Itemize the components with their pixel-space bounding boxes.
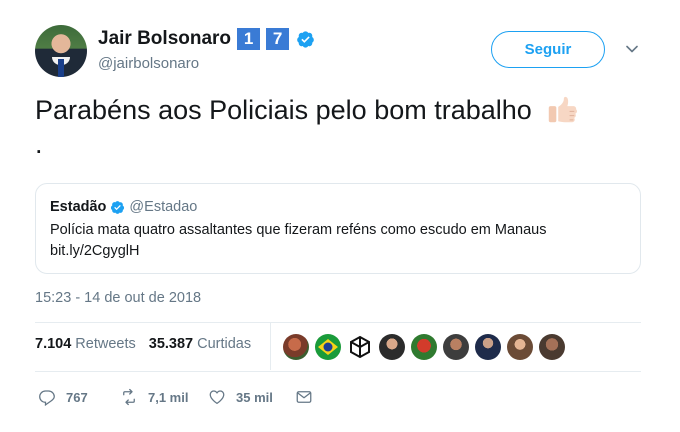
reply-button[interactable]: 767 <box>38 388 120 406</box>
liker-avatar[interactable] <box>443 334 469 360</box>
divider <box>270 323 271 370</box>
liker-avatar[interactable] <box>475 334 501 360</box>
retweets-label[interactable]: Retweets <box>75 336 135 352</box>
divider <box>35 322 641 323</box>
author-name[interactable]: Jair Bolsonaro <box>98 28 231 50</box>
likes-label[interactable]: Curtidas <box>197 336 251 352</box>
liker-avatar[interactable] <box>379 334 405 360</box>
liker-avatar[interactable] <box>507 334 533 360</box>
envelope-icon <box>296 391 312 403</box>
direct-message-button[interactable] <box>295 388 313 406</box>
liker-avatar[interactable] <box>283 334 309 360</box>
tweet-actions: 767 7,1 mil 35 mil <box>38 388 313 406</box>
number-badge-7: 7 <box>266 28 290 50</box>
quoted-author-name: Estadão <box>50 199 107 215</box>
verified-badge-icon <box>297 30 314 48</box>
retweet-button[interactable]: 7,1 mil <box>120 388 208 406</box>
reply-icon <box>39 390 55 406</box>
like-count: 35 mil <box>236 389 273 405</box>
quoted-tweet-text: Polícia mata quatro assaltantes que fize… <box>50 220 620 262</box>
likes-count[interactable]: 35.387 <box>149 336 193 352</box>
thumbs-up-icon <box>549 96 578 123</box>
quoted-tweet-card[interactable]: Estadão @Estadao Polícia mata quatro ass… <box>35 183 641 274</box>
retweet-icon <box>123 388 135 406</box>
liker-avatar[interactable] <box>347 334 373 360</box>
tweet-trailing-dot: . <box>35 129 43 159</box>
liker-avatar[interactable] <box>411 334 437 360</box>
liker-avatar[interactable] <box>539 334 565 360</box>
tweet-stats: 7.104 Retweets 35.387 Curtidas <box>35 336 264 352</box>
quoted-tweet-header: Estadão @Estadao <box>50 199 197 215</box>
tweet-timestamp[interactable]: 15:23 - 14 de out de 2018 <box>35 290 201 306</box>
chevron-down-icon[interactable] <box>625 42 639 56</box>
quoted-tweet-body: Polícia mata quatro assaltantes que fize… <box>50 222 547 238</box>
retweet-count: 7,1 mil <box>148 389 189 405</box>
liker-avatar[interactable] <box>315 334 341 360</box>
liker-avatars <box>283 334 565 360</box>
like-button[interactable]: 35 mil <box>208 388 295 406</box>
tweet-body: Parabéns aos Policiais pelo bom trabalho <box>35 95 532 125</box>
tweet-text: Parabéns aos Policiais pelo bom trabalho… <box>35 92 645 161</box>
author-name-row[interactable]: Jair Bolsonaro 1 7 <box>98 28 315 50</box>
quoted-tweet-link[interactable]: bit.ly/2CgyglH <box>50 243 139 259</box>
author-avatar[interactable] <box>35 25 87 77</box>
reply-count: 767 <box>66 389 88 405</box>
retweets-count[interactable]: 7.104 <box>35 336 71 352</box>
divider <box>35 371 641 372</box>
number-badge-1: 1 <box>237 28 261 50</box>
author-handle[interactable]: @jairbolsonaro <box>98 55 199 72</box>
quoted-author-handle: @Estadao <box>129 199 198 215</box>
heart-icon <box>209 390 225 405</box>
follow-button[interactable]: Seguir <box>491 31 605 68</box>
verified-badge-icon <box>111 200 125 214</box>
